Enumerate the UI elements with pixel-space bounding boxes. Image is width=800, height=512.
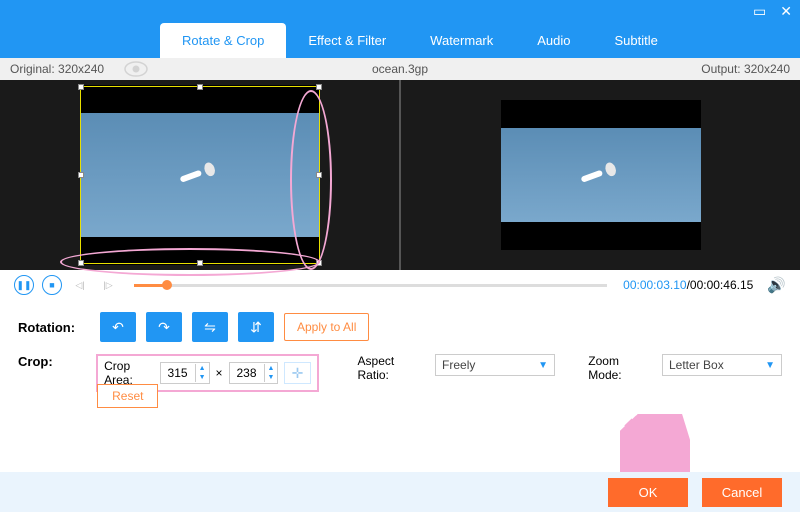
- times-label: ×: [216, 366, 223, 380]
- chevron-down-icon: ▼: [765, 360, 775, 371]
- zoom-mode-label: Zoom Mode:: [588, 354, 652, 382]
- crop-handle[interactable]: [78, 172, 84, 178]
- tab-subtitle[interactable]: Subtitle: [593, 23, 680, 58]
- flip-horizontal-button[interactable]: ⇋: [192, 312, 228, 342]
- video-content: [579, 160, 623, 191]
- apply-all-button[interactable]: Apply to All: [284, 313, 369, 341]
- filename: ocean.3gp: [372, 62, 428, 76]
- original-size: 320x240: [58, 62, 104, 76]
- preview-original[interactable]: [0, 80, 401, 270]
- preview-output: [401, 80, 800, 270]
- crop-handle[interactable]: [197, 84, 203, 90]
- crop-area-label: Crop Area:: [104, 359, 153, 387]
- tab-effect-filter[interactable]: Effect & Filter: [286, 23, 408, 58]
- titlebar: ▭ ✕: [0, 0, 800, 22]
- seek-bar[interactable]: [134, 284, 607, 287]
- crop-height-spinner[interactable]: ▲▼: [229, 362, 279, 384]
- rotate-left-button[interactable]: ↶: [100, 312, 136, 342]
- crop-handle[interactable]: [316, 260, 322, 266]
- close-button[interactable]: ✕: [780, 3, 792, 20]
- crop-handle[interactable]: [197, 260, 203, 266]
- crop-width-spinner[interactable]: ▲▼: [160, 362, 210, 384]
- preview-area: [0, 80, 800, 270]
- crop-handle[interactable]: [78, 260, 84, 266]
- original-label: Original:: [10, 62, 55, 76]
- rotation-row: Rotation: ↶ ↷ ⇋ ⇵ Apply to All: [18, 312, 782, 342]
- tab-bar: Rotate & Crop Effect & Filter Watermark …: [0, 22, 800, 58]
- flip-vertical-button[interactable]: ⇵: [238, 312, 274, 342]
- crop-row-outer: Crop: Crop Area: ▲▼ × ▲▼ ✛ Reset Aspect …: [18, 354, 782, 392]
- seek-thumb[interactable]: [162, 280, 172, 290]
- spin-up-icon[interactable]: ▲: [265, 364, 278, 373]
- cancel-button[interactable]: Cancel: [702, 478, 782, 507]
- ok-button[interactable]: OK: [608, 478, 688, 507]
- reset-button[interactable]: Reset: [97, 384, 158, 408]
- eye-icon[interactable]: [124, 61, 148, 77]
- crop-center-icon[interactable]: ✛: [284, 362, 310, 384]
- crop-box[interactable]: [80, 86, 320, 264]
- zoom-mode-select[interactable]: Letter Box▼: [662, 354, 782, 376]
- crop-handle[interactable]: [78, 84, 84, 90]
- volume-icon[interactable]: 🔊: [767, 276, 786, 294]
- prev-frame-button[interactable]: ◁|: [70, 275, 90, 295]
- crop-height-input[interactable]: [230, 366, 264, 380]
- output-size: 320x240: [744, 62, 790, 76]
- output-label: Output:: [701, 62, 740, 76]
- rotation-label: Rotation:: [18, 320, 90, 335]
- spin-down-icon[interactable]: ▼: [196, 373, 209, 382]
- info-bar: Original: 320x240 ocean.3gp Output: 320x…: [0, 58, 800, 80]
- crop-controls: Crop Area: ▲▼ × ▲▼ ✛ Reset: [96, 354, 318, 392]
- minimize-button[interactable]: ▭: [753, 3, 766, 20]
- controls: Rotation: ↶ ↷ ⇋ ⇵ Apply to All Crop: Cro…: [0, 300, 800, 416]
- crop-handle[interactable]: [316, 84, 322, 90]
- rotate-right-button[interactable]: ↷: [146, 312, 182, 342]
- tab-watermark[interactable]: Watermark: [408, 23, 515, 58]
- crop-label: Crop:: [18, 354, 86, 369]
- pause-button[interactable]: ❚❚: [14, 275, 34, 295]
- bottom-bar: OK Cancel: [0, 472, 800, 512]
- spin-down-icon[interactable]: ▼: [265, 373, 278, 382]
- chevron-down-icon: ▼: [538, 360, 548, 371]
- time-display: 00:00:03.10/00:00:46.15: [623, 278, 753, 292]
- tab-rotate-crop[interactable]: Rotate & Crop: [160, 23, 286, 58]
- spin-up-icon[interactable]: ▲: [196, 364, 209, 373]
- crop-handle[interactable]: [316, 172, 322, 178]
- aspect-ratio-select[interactable]: Freely▼: [435, 354, 555, 376]
- next-frame-button[interactable]: |▷: [98, 275, 118, 295]
- playback-bar: ❚❚ ■ ◁| |▷ 00:00:03.10/00:00:46.15 🔊: [0, 270, 800, 300]
- aspect-ratio-label: Aspect Ratio:: [358, 354, 426, 382]
- tab-audio[interactable]: Audio: [515, 23, 592, 58]
- video-frame-output: [501, 100, 701, 250]
- stop-button[interactable]: ■: [42, 275, 62, 295]
- crop-width-input[interactable]: [161, 366, 195, 380]
